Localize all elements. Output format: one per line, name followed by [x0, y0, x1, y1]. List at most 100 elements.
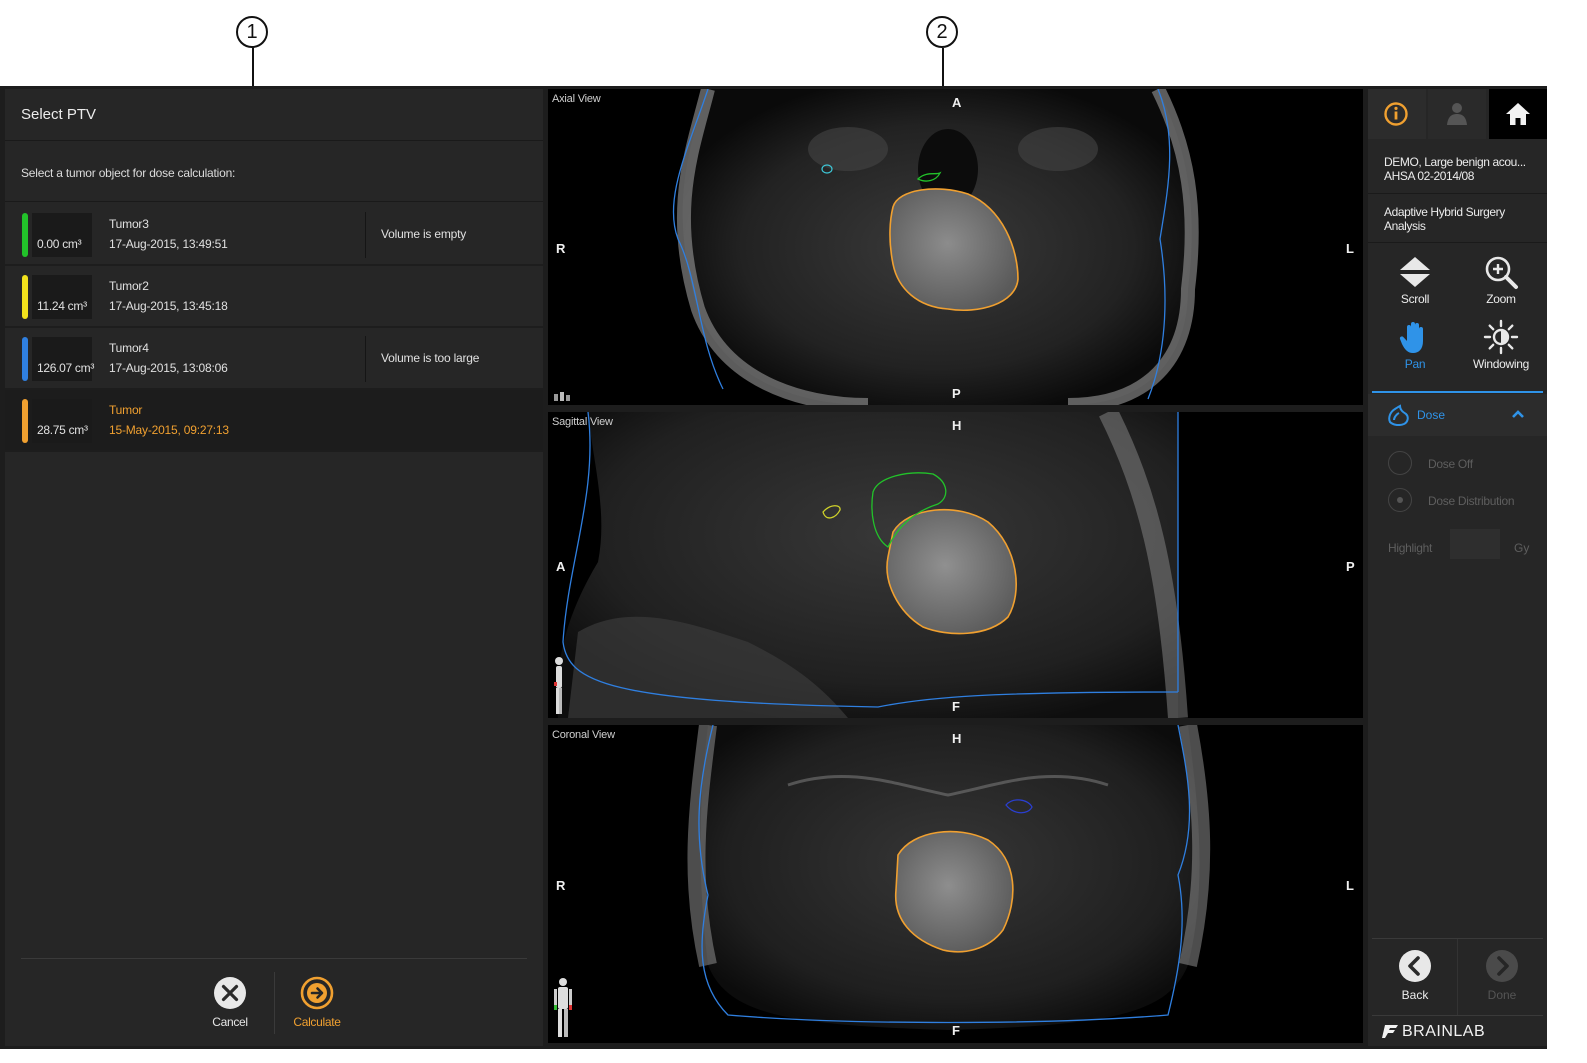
- dose-off-radio[interactable]: [1388, 451, 1412, 475]
- back-icon: [1399, 950, 1431, 982]
- patient-info: DEMO, Large benign acou... AHSA 02-2014/…: [1368, 144, 1547, 194]
- tools-divider: [1372, 391, 1543, 393]
- divider: [5, 201, 543, 202]
- instruction-text: Select a tumor object for dose calculati…: [21, 166, 236, 180]
- tumor-color-bar: [22, 337, 28, 381]
- tumor-row[interactable]: 28.75 cm³ Tumor 15-May-2015, 09:27:13: [5, 390, 543, 452]
- done-label: Done: [1487, 988, 1517, 1002]
- coronal-viewport[interactable]: Coronal View H F R L: [548, 725, 1363, 1043]
- footer-divider: [21, 958, 527, 959]
- brand-divider: [1372, 1015, 1543, 1016]
- orientation-right: P: [1346, 559, 1355, 574]
- analysis-line-1: Adaptive Hybrid Surgery: [1384, 205, 1505, 219]
- tumor-status: Volume is empty: [381, 227, 467, 241]
- orientation-bottom: F: [952, 699, 960, 714]
- nav-separator: [1457, 939, 1458, 1015]
- dose-off-label: Dose Off: [1428, 457, 1473, 471]
- tumor-color-bar: [22, 399, 28, 443]
- tumor-volume: 0.00 cm³: [37, 237, 82, 251]
- orientation-right: L: [1346, 878, 1354, 893]
- dose-distribution-radio[interactable]: [1388, 488, 1412, 512]
- right-sidebar: DEMO, Large benign acou... AHSA 02-2014/…: [1368, 89, 1547, 1046]
- tumor-row[interactable]: 11.24 cm³ Tumor2 17-Aug-2015, 13:45:18: [5, 266, 543, 328]
- tumor-name: Tumor4: [109, 341, 149, 355]
- scroll-label: Scroll: [1400, 292, 1430, 306]
- windowing-tool[interactable]: Windowing: [1458, 319, 1544, 379]
- orientation-right: L: [1346, 241, 1354, 256]
- done-button[interactable]: Done: [1459, 949, 1545, 1009]
- tab-info[interactable]: [1368, 89, 1426, 139]
- tumor-color-bar: [22, 275, 28, 319]
- pan-hand-icon: [1399, 322, 1423, 353]
- highlight-unit: Gy: [1514, 541, 1530, 555]
- sagittal-scan-image: [557, 412, 1188, 718]
- back-label: Back: [1401, 988, 1429, 1002]
- tab-home[interactable]: [1489, 89, 1547, 139]
- callout-2: 2: [926, 16, 958, 48]
- volume-box: 126.07 cm³: [32, 337, 95, 381]
- tumor-volume: 126.07 cm³: [37, 361, 95, 375]
- orientation-left: R: [556, 241, 566, 256]
- sagittal-viewport[interactable]: Sagittal View H F A P: [548, 412, 1363, 718]
- tumor-row[interactable]: 0.00 cm³ Tumor3 17-Aug-2015, 13:49:51 Vo…: [5, 204, 543, 266]
- scroll-tool[interactable]: Scroll: [1372, 254, 1458, 314]
- footer-separator: [274, 972, 275, 1034]
- tumor-name: Tumor: [109, 403, 143, 417]
- highlight-label: Highlight: [1388, 541, 1432, 555]
- tumor-date: 17-Aug-2015, 13:49:51: [109, 237, 228, 251]
- row-divider: [365, 336, 366, 382]
- axial-viewport[interactable]: Axial View A P R L: [548, 89, 1363, 405]
- tumor-list: 0.00 cm³ Tumor3 17-Aug-2015, 13:49:51 Vo…: [5, 204, 543, 452]
- tumor-status: Volume is too large: [381, 351, 480, 365]
- axial-scan-image: [672, 89, 1199, 405]
- windowing-label: Windowing: [1473, 357, 1529, 371]
- tumor-volume: 11.24 cm³: [37, 299, 87, 313]
- cancel-button[interactable]: Cancel: [190, 976, 270, 1036]
- tumor-date: 17-Aug-2015, 13:45:18: [109, 299, 228, 313]
- select-ptv-panel: Select PTV Select a tumor object for dos…: [5, 89, 543, 1046]
- panel-title: Select PTV: [21, 106, 97, 123]
- sagittal-view-label: Sagittal View: [552, 416, 613, 428]
- row-divider: [365, 212, 366, 258]
- axial-view-label: Axial View: [552, 93, 601, 105]
- callout-1: 1: [236, 16, 268, 48]
- cancel-icon: [214, 977, 246, 1009]
- back-button[interactable]: Back: [1372, 949, 1458, 1009]
- body-front-icon: [554, 978, 572, 1037]
- calculate-button[interactable]: Calculate: [277, 976, 357, 1036]
- chevron-up-icon: [1512, 410, 1524, 418]
- tumor-volume: 28.75 cm³: [37, 423, 88, 437]
- tab-patient[interactable]: [1428, 89, 1486, 139]
- patient-icon: [1447, 103, 1467, 125]
- orientation-top: H: [952, 418, 962, 433]
- analysis-line-2: Analysis: [1384, 219, 1426, 233]
- dose-icon: [1388, 404, 1409, 426]
- tumor-color-bar: [22, 213, 28, 257]
- dose-distribution-label: Dose Distribution: [1428, 494, 1515, 508]
- tumor-row[interactable]: 126.07 cm³ Tumor4 17-Aug-2015, 13:08:06 …: [5, 328, 543, 390]
- brainlab-logo-icon: [1382, 1025, 1398, 1038]
- tumor-name: Tumor2: [109, 279, 149, 293]
- home-icon: [1506, 103, 1530, 125]
- zoom-label: Zoom: [1486, 292, 1516, 306]
- tumor-date: 15-May-2015, 09:27:13: [109, 423, 229, 437]
- orientation-left: R: [556, 878, 566, 893]
- info-icon: [1384, 102, 1408, 126]
- zoom-tool[interactable]: Zoom: [1458, 254, 1544, 314]
- panel-header: Select PTV: [5, 89, 543, 141]
- body-side-icon: [554, 657, 563, 714]
- cancel-label: Cancel: [212, 1015, 248, 1029]
- pan-label: Pan: [1404, 357, 1426, 371]
- done-icon: [1486, 950, 1518, 982]
- volume-box: 28.75 cm³: [32, 399, 92, 443]
- orientation-bottom: F: [952, 1023, 960, 1038]
- dose-section-header[interactable]: Dose: [1368, 394, 1547, 436]
- windowing-icon: [1483, 319, 1519, 355]
- coronal-scan-image: [687, 725, 1211, 1030]
- patient-name: DEMO, Large benign acou...: [1384, 155, 1526, 169]
- tumor-name: Tumor3: [109, 217, 149, 231]
- calculate-arrow-icon: [300, 976, 334, 1010]
- dose-label: Dose: [1417, 408, 1446, 422]
- pan-tool[interactable]: Pan: [1372, 319, 1458, 379]
- highlight-input[interactable]: [1450, 529, 1500, 559]
